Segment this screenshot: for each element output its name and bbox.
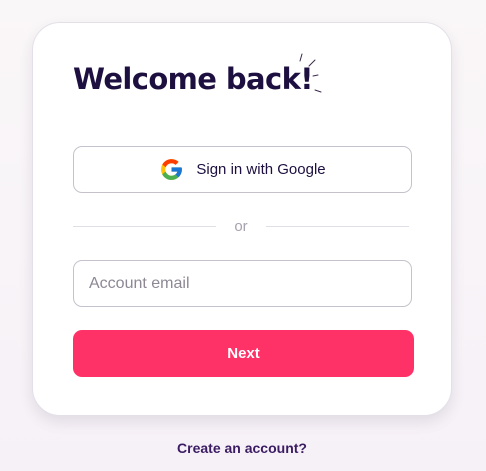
divider-text: or xyxy=(234,217,248,235)
google-icon xyxy=(159,157,184,182)
sparkle-icon xyxy=(299,53,322,93)
or-divider: or xyxy=(73,215,409,237)
divider-line-left xyxy=(73,225,217,227)
google-button-label: Sign in with Google xyxy=(196,161,326,178)
next-button[interactable]: Next xyxy=(73,330,414,377)
google-sign-in-button[interactable]: Sign in with Google xyxy=(73,146,412,193)
divider-line-right xyxy=(265,225,409,227)
page-title: Welcome back! xyxy=(73,62,313,96)
create-account-link[interactable]: Create an account? xyxy=(0,440,484,456)
email-input[interactable] xyxy=(73,260,412,307)
login-card: Welcome back! Sign in with Google or Nex… xyxy=(32,22,452,416)
